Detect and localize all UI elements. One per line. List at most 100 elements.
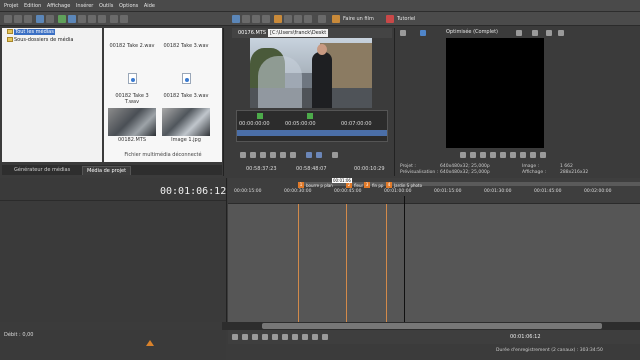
play-icon[interactable] [480, 152, 486, 158]
tab-project-media[interactable]: Média de projet [82, 166, 132, 175]
zoom-tool-icon[interactable] [262, 15, 270, 23]
tab-media-generators[interactable]: Générateur de médias [10, 166, 74, 175]
tutorial-button[interactable]: Tutoriel [397, 15, 415, 23]
cut-icon[interactable] [46, 15, 54, 23]
prev-frame-icon[interactable] [280, 152, 286, 158]
redo-icon[interactable] [120, 15, 128, 23]
next-frame-icon[interactable] [322, 334, 328, 340]
menu-affichage[interactable]: Affichage [47, 0, 71, 12]
pause-icon[interactable] [490, 152, 496, 158]
save-icon[interactable] [24, 15, 32, 23]
menu-aide[interactable]: Aide [144, 0, 155, 12]
snap-icon[interactable] [274, 15, 282, 23]
loop-icon[interactable] [240, 152, 246, 158]
delete-icon[interactable] [98, 15, 106, 23]
go-to-start-icon[interactable] [510, 152, 516, 158]
save-snapshot-icon[interactable] [558, 30, 564, 36]
menu-edition[interactable]: Edition [24, 0, 41, 12]
import-icon[interactable] [58, 15, 66, 23]
prev-frame-icon[interactable] [312, 334, 318, 340]
make-movie-button[interactable]: Faire un film [343, 15, 374, 23]
go-to-end-icon[interactable] [302, 334, 308, 340]
media-item[interactable]: 00182.MTS [108, 108, 156, 143]
trimmer-timeline[interactable]: 00:00:00:00 00:05:00:00 00:07:00:00 [236, 110, 388, 142]
tree-item-all-media[interactable]: Tout les médias [2, 28, 102, 36]
preview-res-label: Prévisualisation : [400, 170, 439, 175]
set-out-icon[interactable] [316, 152, 322, 158]
next-frame-icon[interactable] [290, 152, 296, 158]
marker-line [346, 204, 347, 322]
copy-icon[interactable] [78, 15, 86, 23]
envelope-tool-icon[interactable] [242, 15, 250, 23]
add-to-timeline-icon[interactable] [332, 152, 338, 158]
overlay-icon[interactable] [532, 30, 538, 36]
selection-tool-icon[interactable] [252, 15, 260, 23]
play-icon[interactable] [262, 334, 268, 340]
trim-selection[interactable] [237, 130, 387, 136]
stop-icon[interactable] [500, 152, 506, 158]
normal-edit-tool-icon[interactable] [232, 15, 240, 23]
pause-icon[interactable] [272, 334, 278, 340]
copy-snapshot-icon[interactable] [546, 30, 552, 36]
preview-external-icon[interactable] [420, 30, 426, 36]
stop-icon[interactable] [270, 152, 276, 158]
open-icon[interactable] [14, 15, 22, 23]
make-movie-icon[interactable] [332, 15, 340, 23]
play-from-start-icon[interactable] [470, 152, 476, 158]
preview-res-value: 640x480x32; 25,000p [440, 170, 490, 175]
panel-tabs: Générateur de médias Média de projet [2, 165, 222, 175]
loop-icon[interactable] [460, 152, 466, 158]
properties-icon[interactable] [36, 15, 44, 23]
go-to-start-icon[interactable] [292, 334, 298, 340]
media-item[interactable]: 00182 Take 3.wav [162, 32, 210, 49]
marker-line [298, 204, 299, 322]
ruler-label: 00:00:45:00 [334, 189, 362, 194]
image-thumbnail [162, 108, 210, 136]
menu-outils[interactable]: Outils [99, 0, 113, 12]
new-project-icon[interactable] [4, 15, 12, 23]
ignore-grouping-icon[interactable] [318, 15, 326, 23]
media-item[interactable]: 00182 Take 2.wav [108, 32, 156, 49]
preview-settings-icon[interactable] [400, 30, 406, 36]
menu-inserer[interactable]: Insérer [76, 0, 93, 12]
undo-icon[interactable] [110, 15, 118, 23]
timeline-ruler[interactable]: 1 bourre p plan 2 fleur 3 fin pp 4 Jardi… [228, 178, 640, 204]
folder-icon [7, 29, 13, 34]
capture-icon[interactable] [68, 15, 76, 23]
play-from-start-icon[interactable] [252, 334, 258, 340]
video-thumbnail [108, 108, 156, 136]
lock-envelopes-icon[interactable] [304, 15, 312, 23]
media-item[interactable]: 00182 Take 3 T.wav [108, 64, 156, 105]
marker-flag[interactable]: 1 [298, 182, 304, 188]
marker-flag[interactable]: 4 [386, 182, 392, 188]
playhead-cursor[interactable] [404, 196, 405, 322]
trimmer-path[interactable]: [C:\Users\franck\Deskt [268, 29, 329, 37]
stop-icon[interactable] [282, 334, 288, 340]
auto-crossfade-icon[interactable] [284, 15, 292, 23]
loop-icon[interactable] [242, 334, 248, 340]
marker-flag[interactable]: 3 [364, 182, 370, 188]
media-item[interactable]: 00182 Take 3.wav [162, 64, 210, 99]
paste-icon[interactable] [88, 15, 96, 23]
trimmer-video-frame [250, 38, 372, 108]
go-to-end-icon[interactable] [520, 152, 526, 158]
preview-transport [458, 150, 578, 160]
record-icon[interactable] [232, 334, 238, 340]
in-point-marker[interactable] [257, 113, 263, 119]
ruler-label: 00:00:30:00 [284, 189, 312, 194]
pause-icon[interactable] [260, 152, 266, 158]
next-frame-icon[interactable] [540, 152, 546, 158]
menu-options[interactable]: Options [119, 0, 138, 12]
tutorial-icon[interactable] [386, 15, 394, 23]
split-screen-icon[interactable] [516, 30, 522, 36]
preview-quality-select[interactable]: Optimisée (Complet) [446, 29, 498, 35]
auto-ripple-icon[interactable] [294, 15, 302, 23]
play-icon[interactable] [250, 152, 256, 158]
prev-frame-icon[interactable] [530, 152, 536, 158]
menu-projet[interactable]: Projet [4, 0, 18, 12]
out-point-marker[interactable] [307, 113, 313, 119]
timeline-scrollbar[interactable] [222, 322, 640, 330]
media-item[interactable]: Image 1.jpg [162, 108, 210, 143]
set-in-icon[interactable] [306, 152, 312, 158]
tree-item-subfolders[interactable]: Sous-dossiers de média [2, 36, 102, 44]
